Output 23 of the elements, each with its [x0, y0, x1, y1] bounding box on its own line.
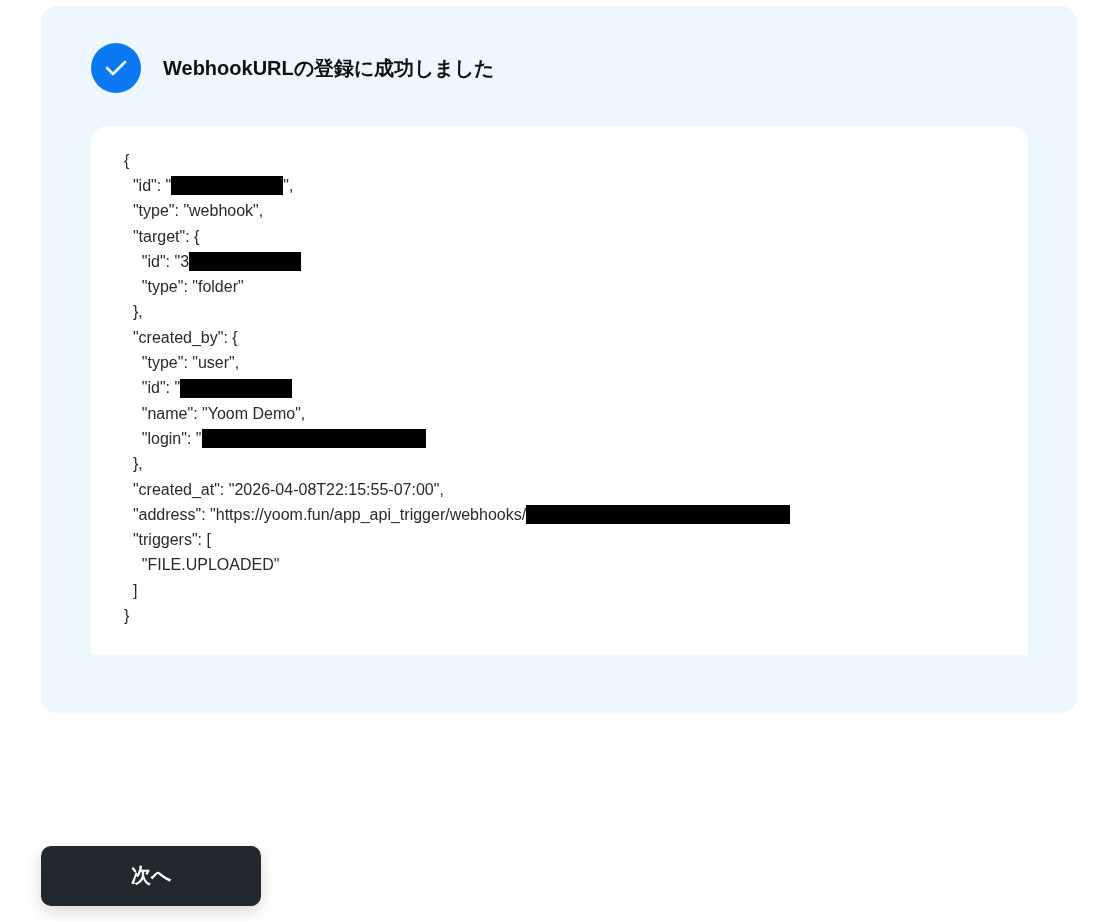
code-line: } [124, 607, 130, 625]
code-line: "id": "3 [140, 252, 190, 271]
code-line: }, [131, 303, 143, 322]
code-line: "type": "folder" [140, 278, 244, 297]
success-title: WebhookURLの登録に成功しました [163, 55, 494, 81]
code-line: "FILE.UPLOADED" [140, 556, 280, 575]
code-line: { [124, 151, 130, 170]
code-line: "id": " [140, 379, 181, 398]
check-icon [91, 43, 141, 93]
code-line: "created_at": "2026-04-08T22:15:55-07:00", [131, 480, 444, 499]
code-line: "target": { [131, 227, 200, 246]
code-line: "name": "Yoom Demo", [140, 404, 306, 423]
next-button[interactable]: 次へ [41, 845, 261, 906]
code-line: "created_by": { [131, 328, 238, 347]
code-line: "address": "https://yoom.fun/app_api_trigger/webhooks/ [131, 505, 527, 524]
code-text: ", [283, 176, 294, 195]
code-line: "login": " [140, 429, 202, 448]
code-line: "id": " [131, 176, 172, 195]
code-line: ] [131, 581, 138, 600]
code-line: "type": "webhook", [131, 202, 264, 221]
code-line: "triggers": [ [131, 531, 211, 550]
code-line: "type": "user", [140, 354, 240, 372]
code-line: }, [131, 455, 143, 474]
